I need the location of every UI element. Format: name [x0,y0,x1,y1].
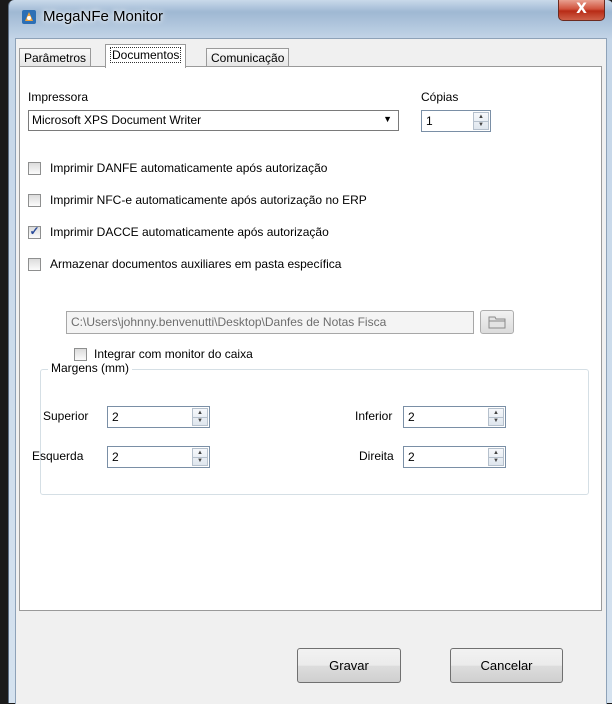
chevron-down-icon[interactable]: ▼ [383,114,392,124]
margin-inferior-label: Inferior [355,409,393,423]
spin-buttons: ▲ ▼ [488,408,504,426]
window-title: MegaNFe Monitor [43,8,164,25]
integrate-cashier-checkbox[interactable] [74,348,87,361]
auto-print-danfe-label[interactable]: Imprimir DANFE automaticamente após auto… [50,161,327,175]
save-button[interactable]: Gravar [297,648,401,683]
title-bar[interactable]: MegaNFe Monitor X [9,0,612,38]
auto-print-nfce-checkbox[interactable] [28,194,41,207]
cancel-button[interactable]: Cancelar [450,648,563,683]
copies-stepper[interactable]: 1 ▲ ▼ [421,110,491,132]
app-icon [22,10,36,24]
tab-label: Parâmetros [24,51,87,65]
tab-parametros[interactable]: Parâmetros [19,48,92,67]
auto-print-dacce-checkbox[interactable]: ✓ [28,224,41,239]
margin-esquerda-stepper[interactable]: 2 ▲ ▼ [107,446,210,468]
auto-print-dacce-label[interactable]: Imprimir DACCE automaticamente após auto… [50,225,329,239]
copies-label: Cópias [421,90,459,104]
margin-inferior-value: 2 [408,410,415,424]
close-button[interactable]: X [558,0,605,21]
spin-down-icon[interactable]: ▼ [193,457,207,465]
margin-direita-value: 2 [408,450,415,464]
browse-folder-button[interactable] [480,310,514,334]
printer-value: Microsoft XPS Document Writer [32,113,202,127]
margin-esquerda-label: Esquerda [32,449,84,463]
auto-print-nfce-label[interactable]: Imprimir NFC-e automaticamente após auto… [50,193,367,207]
auto-print-danfe-checkbox[interactable] [28,162,41,175]
check-icon: ✓ [29,224,40,238]
margin-direita-label: Direita [359,449,394,463]
store-documents-checkbox[interactable] [28,258,41,271]
tab-label: Documentos [110,47,182,63]
spin-down-icon[interactable]: ▼ [489,457,503,465]
margin-superior-label: Superior [43,409,89,423]
spin-buttons: ▲ ▼ [192,408,208,426]
margin-esquerda-value: 2 [112,450,119,464]
copies-value: 1 [426,114,433,128]
main-window: MegaNFe Monitor X Parâmetros Documentos … [8,0,612,704]
margin-superior-value: 2 [112,410,119,424]
button-bar: Gravar Cancelar [16,613,606,704]
tab-label: Comunicação [211,51,285,65]
spin-buttons: ▲ ▼ [473,112,489,130]
folder-path-value: C:\Users\johnny.benvenutti\Desktop\Danfe… [71,315,387,329]
margin-superior-stepper[interactable]: 2 ▲ ▼ [107,406,210,428]
store-documents-label[interactable]: Armazenar documentos auxiliares em pasta… [50,257,341,271]
tab-documentos[interactable]: Documentos [105,44,187,68]
spin-buttons: ▲ ▼ [488,448,504,466]
printer-label: Impressora [28,90,89,104]
spin-buttons: ▲ ▼ [192,448,208,466]
spin-down-icon[interactable]: ▼ [489,417,503,425]
documentos-panel: Impressora Microsoft XPS Document Writer… [19,66,602,611]
margins-group [40,369,589,495]
spin-down-icon[interactable]: ▼ [474,121,488,129]
integrate-cashier-label[interactable]: Integrar com monitor do caixa [94,347,253,361]
window-client-area: Parâmetros Documentos Comunicação Impres… [15,38,607,704]
printer-select[interactable]: Microsoft XPS Document Writer ▼ [28,110,399,131]
folder-icon [488,316,506,329]
tab-comunicacao[interactable]: Comunicação [206,48,290,67]
folder-path-input[interactable]: C:\Users\johnny.benvenutti\Desktop\Danfe… [66,311,474,334]
margin-inferior-stepper[interactable]: 2 ▲ ▼ [403,406,506,428]
spin-down-icon[interactable]: ▼ [193,417,207,425]
margins-title: Margens (mm) [48,361,133,375]
margin-direita-stepper[interactable]: 2 ▲ ▼ [403,446,506,468]
